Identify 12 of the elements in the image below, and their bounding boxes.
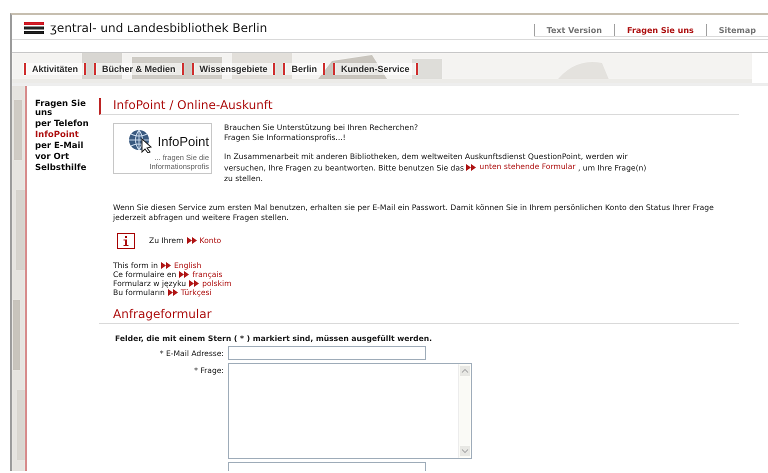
sidebar-item[interactable]: InfoPoint: [35, 131, 99, 140]
sidebar-item[interactable]: per E-Mail: [35, 142, 99, 151]
top-link[interactable]: Text Version: [534, 24, 614, 36]
sidebar-item[interactable]: vor Ort: [35, 153, 99, 162]
sidebar-item[interactable]: Selbsthilfe: [35, 164, 99, 173]
top-link[interactable]: Sitemap: [706, 24, 768, 36]
form-title: Anfrageformular: [113, 306, 212, 320]
top-link[interactable]: Fragen Sie uns: [614, 24, 706, 36]
sidebar-item[interactable]: per Telefon: [35, 120, 99, 129]
logo-text: InfoPoint: [158, 134, 209, 148]
site-title: ʒentral- und ʟandesbibliothek Berlin: [50, 21, 268, 35]
page-title: InfoPoint / Online-Auskunft: [113, 98, 273, 112]
